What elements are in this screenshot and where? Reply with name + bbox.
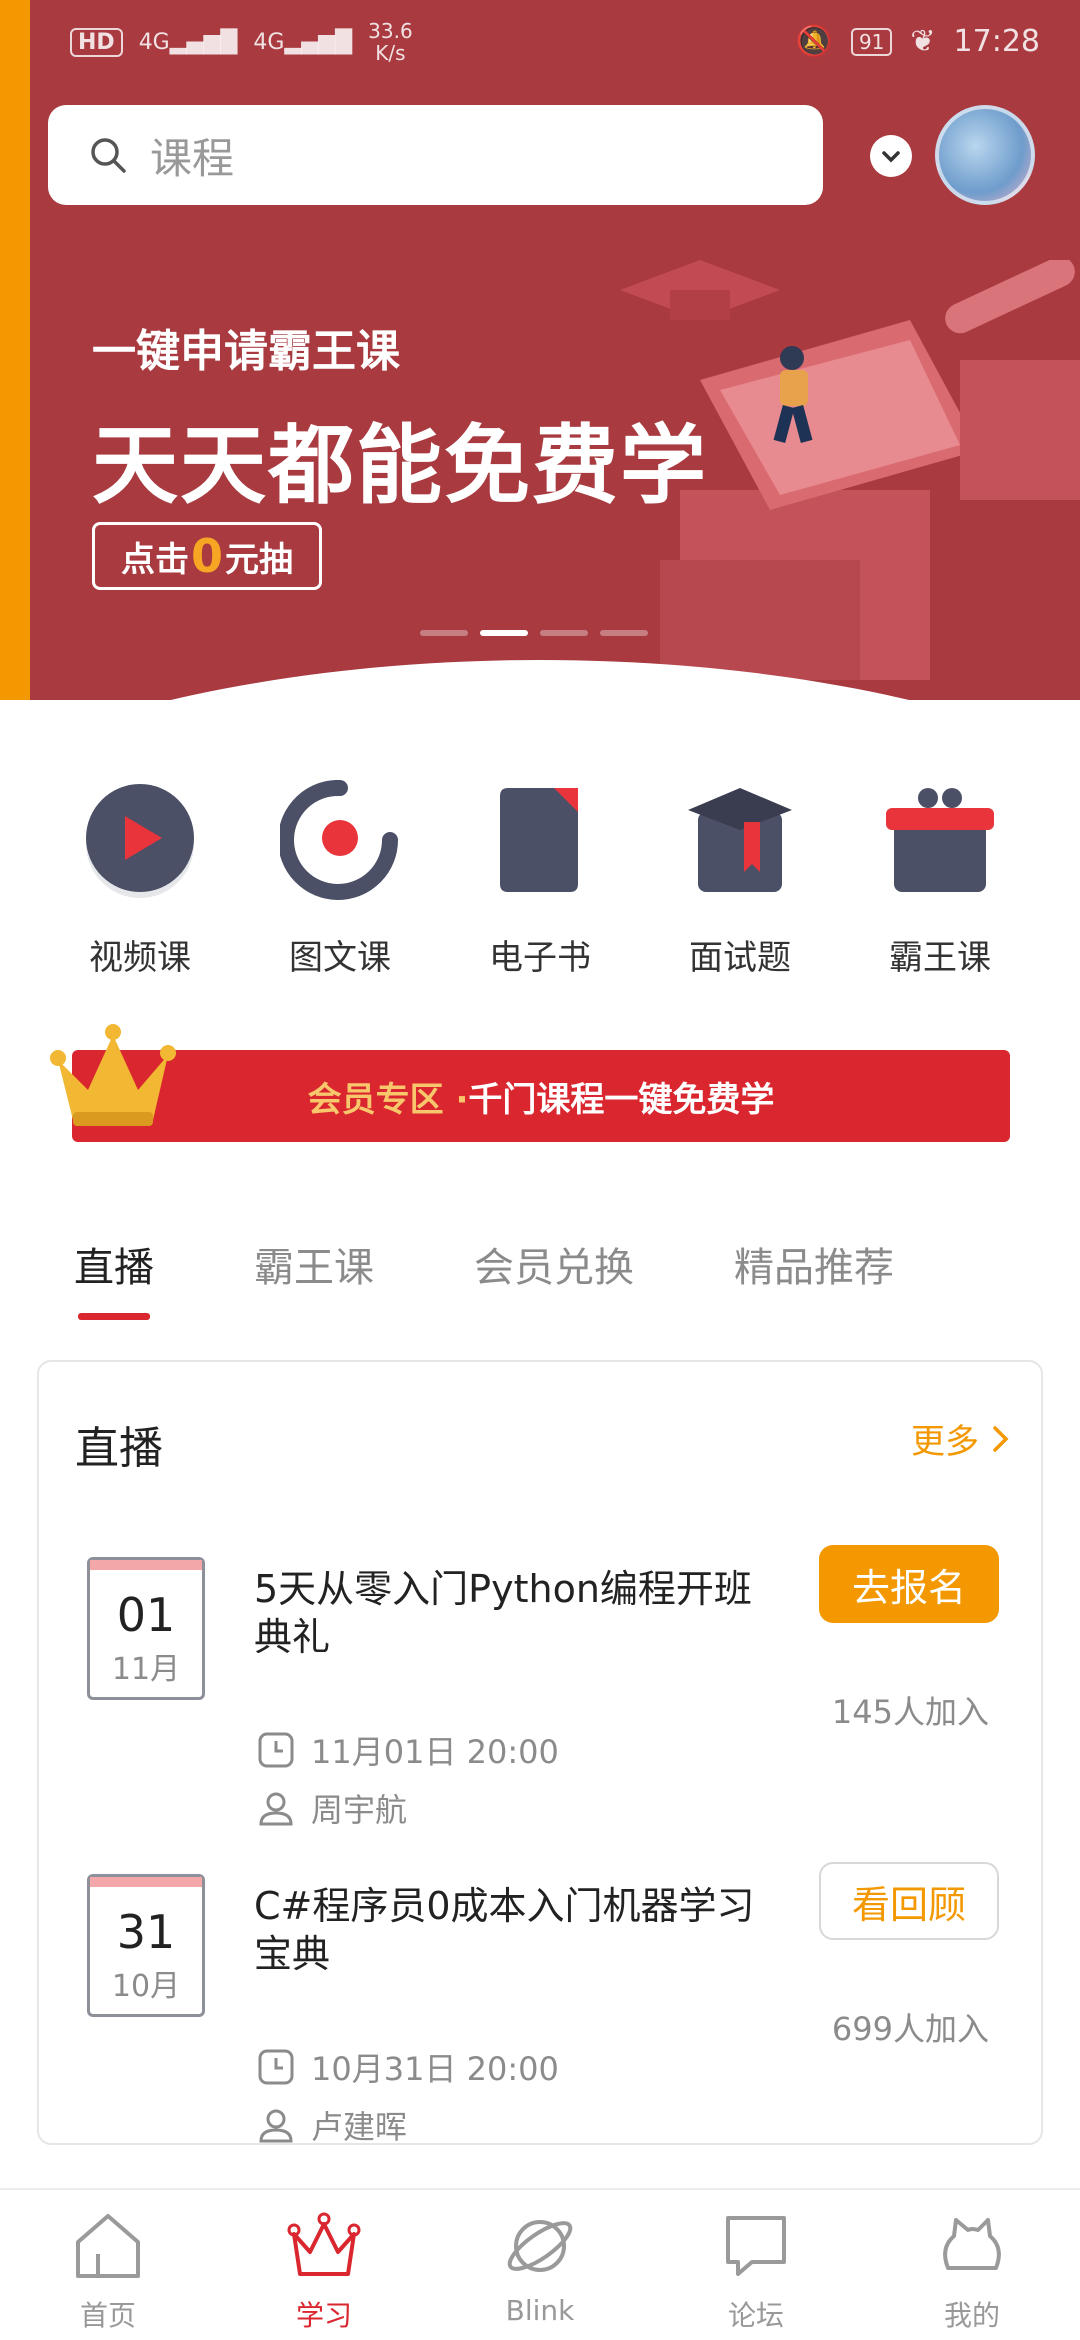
joined-count: 699人加入 bbox=[831, 2010, 989, 2048]
accent-strip bbox=[0, 0, 30, 700]
dropdown-button[interactable] bbox=[870, 135, 912, 177]
joined-count: 145人加入 bbox=[831, 1693, 989, 1731]
status-bar: HD 4G▂▄▆█ 4G▂▄▆█ 33.6 K/s 🔕 91 ❦ 17:28 bbox=[0, 0, 1080, 90]
live-item-teacher: 周宇航 bbox=[257, 1785, 407, 1831]
bottom-navigation: 首页 学习 Blink 论坛 我的 bbox=[0, 2188, 1080, 2340]
search-bar[interactable]: 课程 bbox=[48, 105, 823, 205]
home-icon bbox=[76, 2214, 140, 2278]
clock-icon bbox=[258, 1732, 294, 1768]
carousel-dot bbox=[540, 630, 588, 636]
carousel-dot bbox=[600, 630, 648, 636]
category-article[interactable]: 图文课 bbox=[255, 779, 425, 979]
banner-subtitle: 一键申请霸王课 bbox=[92, 326, 400, 377]
search-icon bbox=[91, 138, 126, 173]
document-icon bbox=[500, 788, 578, 892]
more-link[interactable]: 更多 bbox=[911, 1414, 1011, 1463]
live-item-title: C#程序员0成本入门机器学习宝典 bbox=[254, 1884, 755, 1976]
profile-icon bbox=[943, 2218, 1001, 2270]
chevron-down-icon bbox=[882, 151, 900, 163]
leaf-icon: ❦ bbox=[910, 24, 936, 59]
live-item[interactable]: 31 10月 C#程序员0成本入门机器学习宝典 10月31日 20:00 卢建晖… bbox=[39, 1862, 1045, 2174]
live-item-time: 11月01日 20:00 bbox=[257, 1727, 559, 1773]
banner-title: 天天都能免费学 bbox=[92, 416, 708, 516]
replay-button[interactable]: 看回顾 bbox=[819, 1862, 999, 1940]
category-free-course[interactable]: 霸王课 bbox=[855, 780, 1025, 979]
chevron-right-icon bbox=[993, 1425, 1009, 1452]
search-placeholder: 课程 bbox=[150, 133, 235, 183]
ring-dot-icon bbox=[278, 779, 398, 900]
mute-icon: 🔕 bbox=[795, 24, 833, 59]
carousel-indicator bbox=[420, 630, 648, 636]
live-item[interactable]: 01 11月 5天从零入门Python编程开班典礼 11月01日 20:00 周… bbox=[39, 1545, 1045, 1857]
user-avatar[interactable] bbox=[935, 105, 1035, 205]
nav-blink[interactable]: Blink bbox=[460, 2190, 620, 2340]
signal-icon: 4G▂▄▆█ bbox=[138, 29, 238, 55]
nav-study[interactable]: 学习 bbox=[244, 2190, 404, 2340]
category-interview[interactable]: 面试题 bbox=[655, 780, 825, 979]
crown-icon bbox=[287, 2212, 361, 2276]
nav-home[interactable]: 首页 bbox=[28, 2190, 188, 2340]
register-button[interactable]: 去报名 bbox=[819, 1545, 999, 1623]
calendar-badge: 31 10月 bbox=[87, 1874, 205, 2017]
tab-free-course[interactable]: 霸王课 bbox=[254, 1235, 374, 1293]
nav-forum[interactable]: 论坛 bbox=[676, 2190, 836, 2340]
live-item-title: 5天从零入门Python编程开班典礼 bbox=[254, 1567, 752, 1659]
live-card-title: 直播 bbox=[75, 1423, 163, 1474]
banner-cta-button[interactable]: 点击 0 元抽 bbox=[92, 522, 322, 590]
category-video[interactable]: 视频课 bbox=[55, 780, 225, 979]
live-card: 直播 更多 01 11月 5天从零入门Python编程开班典礼 11月01日 2… bbox=[37, 1360, 1045, 2146]
carousel-dot-active bbox=[480, 630, 528, 636]
vip-banner[interactable]: 会员专区 · 千门课程一键免费学 bbox=[72, 1050, 1010, 1142]
nav-profile[interactable]: 我的 bbox=[892, 2190, 1052, 2340]
carousel-dot bbox=[420, 630, 468, 636]
clock-time: 17:28 bbox=[953, 24, 1040, 59]
live-item-time: 10月31日 20:00 bbox=[257, 2044, 559, 2090]
person-icon bbox=[259, 1792, 293, 1826]
network-speed: 33.6 K/s bbox=[368, 19, 413, 65]
battery-indicator: 91 bbox=[850, 27, 893, 56]
signal-icon: 4G▂▄▆█ bbox=[253, 29, 353, 55]
play-icon bbox=[86, 784, 194, 898]
gift-icon bbox=[886, 788, 994, 892]
content-tabs: 直播 霸王课 会员兑换 精品推荐 bbox=[74, 1235, 894, 1320]
crown-icon bbox=[50, 1024, 176, 1126]
live-item-teacher: 卢建晖 bbox=[257, 2102, 407, 2148]
header-banner-area: HD 4G▂▄▆█ 4G▂▄▆█ 33.6 K/s 🔕 91 ❦ 17:28 课… bbox=[0, 0, 1080, 700]
graduation-box-icon bbox=[688, 788, 792, 892]
category-grid: 视频课 图文课 电子书 面试题 霸王课 bbox=[0, 779, 1080, 979]
chat-icon bbox=[726, 2216, 786, 2276]
tab-featured[interactable]: 精品推荐 bbox=[734, 1235, 894, 1293]
category-ebook[interactable]: 电子书 bbox=[455, 780, 625, 979]
tab-member-redeem[interactable]: 会员兑换 bbox=[474, 1235, 634, 1293]
planet-icon bbox=[507, 2220, 573, 2272]
calendar-badge: 01 11月 bbox=[87, 1557, 205, 1700]
tab-live[interactable]: 直播 bbox=[74, 1235, 154, 1320]
clock-icon bbox=[258, 2049, 294, 2085]
person-icon bbox=[259, 2109, 293, 2143]
hd-badge: HD bbox=[70, 27, 123, 57]
